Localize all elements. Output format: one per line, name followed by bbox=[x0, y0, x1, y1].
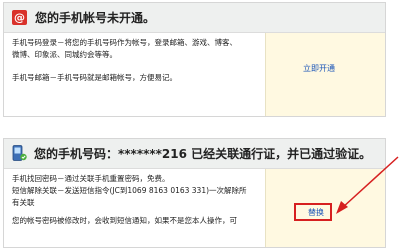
description-line: 您的帐号密码被修改时，会收到短信通知，如果不是您本人操作，可 bbox=[12, 216, 237, 225]
description-line: 有关联 bbox=[12, 198, 35, 207]
panel-header: 您的手机号码：*******216 已经关联通行证，并已通过验证。 bbox=[4, 139, 385, 169]
description-line: 手机号码登录－将您的手机号码作为帐号，登录邮箱、游戏、博客、 bbox=[12, 38, 237, 47]
description: 手机号码登录－将您的手机号码作为帐号，登录邮箱、游戏、博客、 微博、印象派、同城… bbox=[4, 33, 265, 116]
action-cell: 替换 bbox=[265, 169, 385, 247]
description-line: 微博、印象派、同城约会等等。 bbox=[12, 50, 117, 59]
description-line: 手机找回密码－通过关联手机重置密码，免费。 bbox=[12, 174, 170, 183]
panel-title: 您的手机号码：*******216 已经关联通行证，并已通过验证。 bbox=[34, 147, 372, 161]
mobile-phone-icon bbox=[12, 145, 27, 162]
panel-body: 手机找回密码－通过关联手机重置密码，免费。 短信解除关联－发送短信指令(JC到1… bbox=[4, 169, 385, 247]
action-cell: 立即开通 bbox=[265, 33, 385, 116]
panel-body: 手机号码登录－将您的手机号码作为帐号，登录邮箱、游戏、博客、 微博、印象派、同城… bbox=[4, 33, 385, 116]
phone-activation-panel: @ 您的手机帐号未开通。 手机号码登录－将您的手机号码作为帐号，登录邮箱、游戏、… bbox=[3, 2, 386, 117]
description-line: 短信解除关联－发送短信指令(JC到1069 8163 0163 331)一次解除… bbox=[12, 186, 247, 195]
at-sign-icon: @ bbox=[12, 10, 27, 25]
panel-header: @ 您的手机帐号未开通。 bbox=[4, 3, 385, 33]
activate-now-link[interactable]: 立即开通 bbox=[303, 63, 335, 74]
replace-link[interactable]: 替换 bbox=[308, 207, 324, 218]
description: 手机找回密码－通过关联手机重置密码，免费。 短信解除关联－发送短信指令(JC到1… bbox=[4, 169, 265, 247]
phone-bound-panel: 您的手机号码：*******216 已经关联通行证，并已通过验证。 手机找回密码… bbox=[3, 138, 386, 248]
panel-title: 您的手机帐号未开通。 bbox=[35, 11, 156, 25]
description-line: 手机号邮箱－手机号码就是邮箱帐号，方便易记。 bbox=[12, 73, 177, 82]
